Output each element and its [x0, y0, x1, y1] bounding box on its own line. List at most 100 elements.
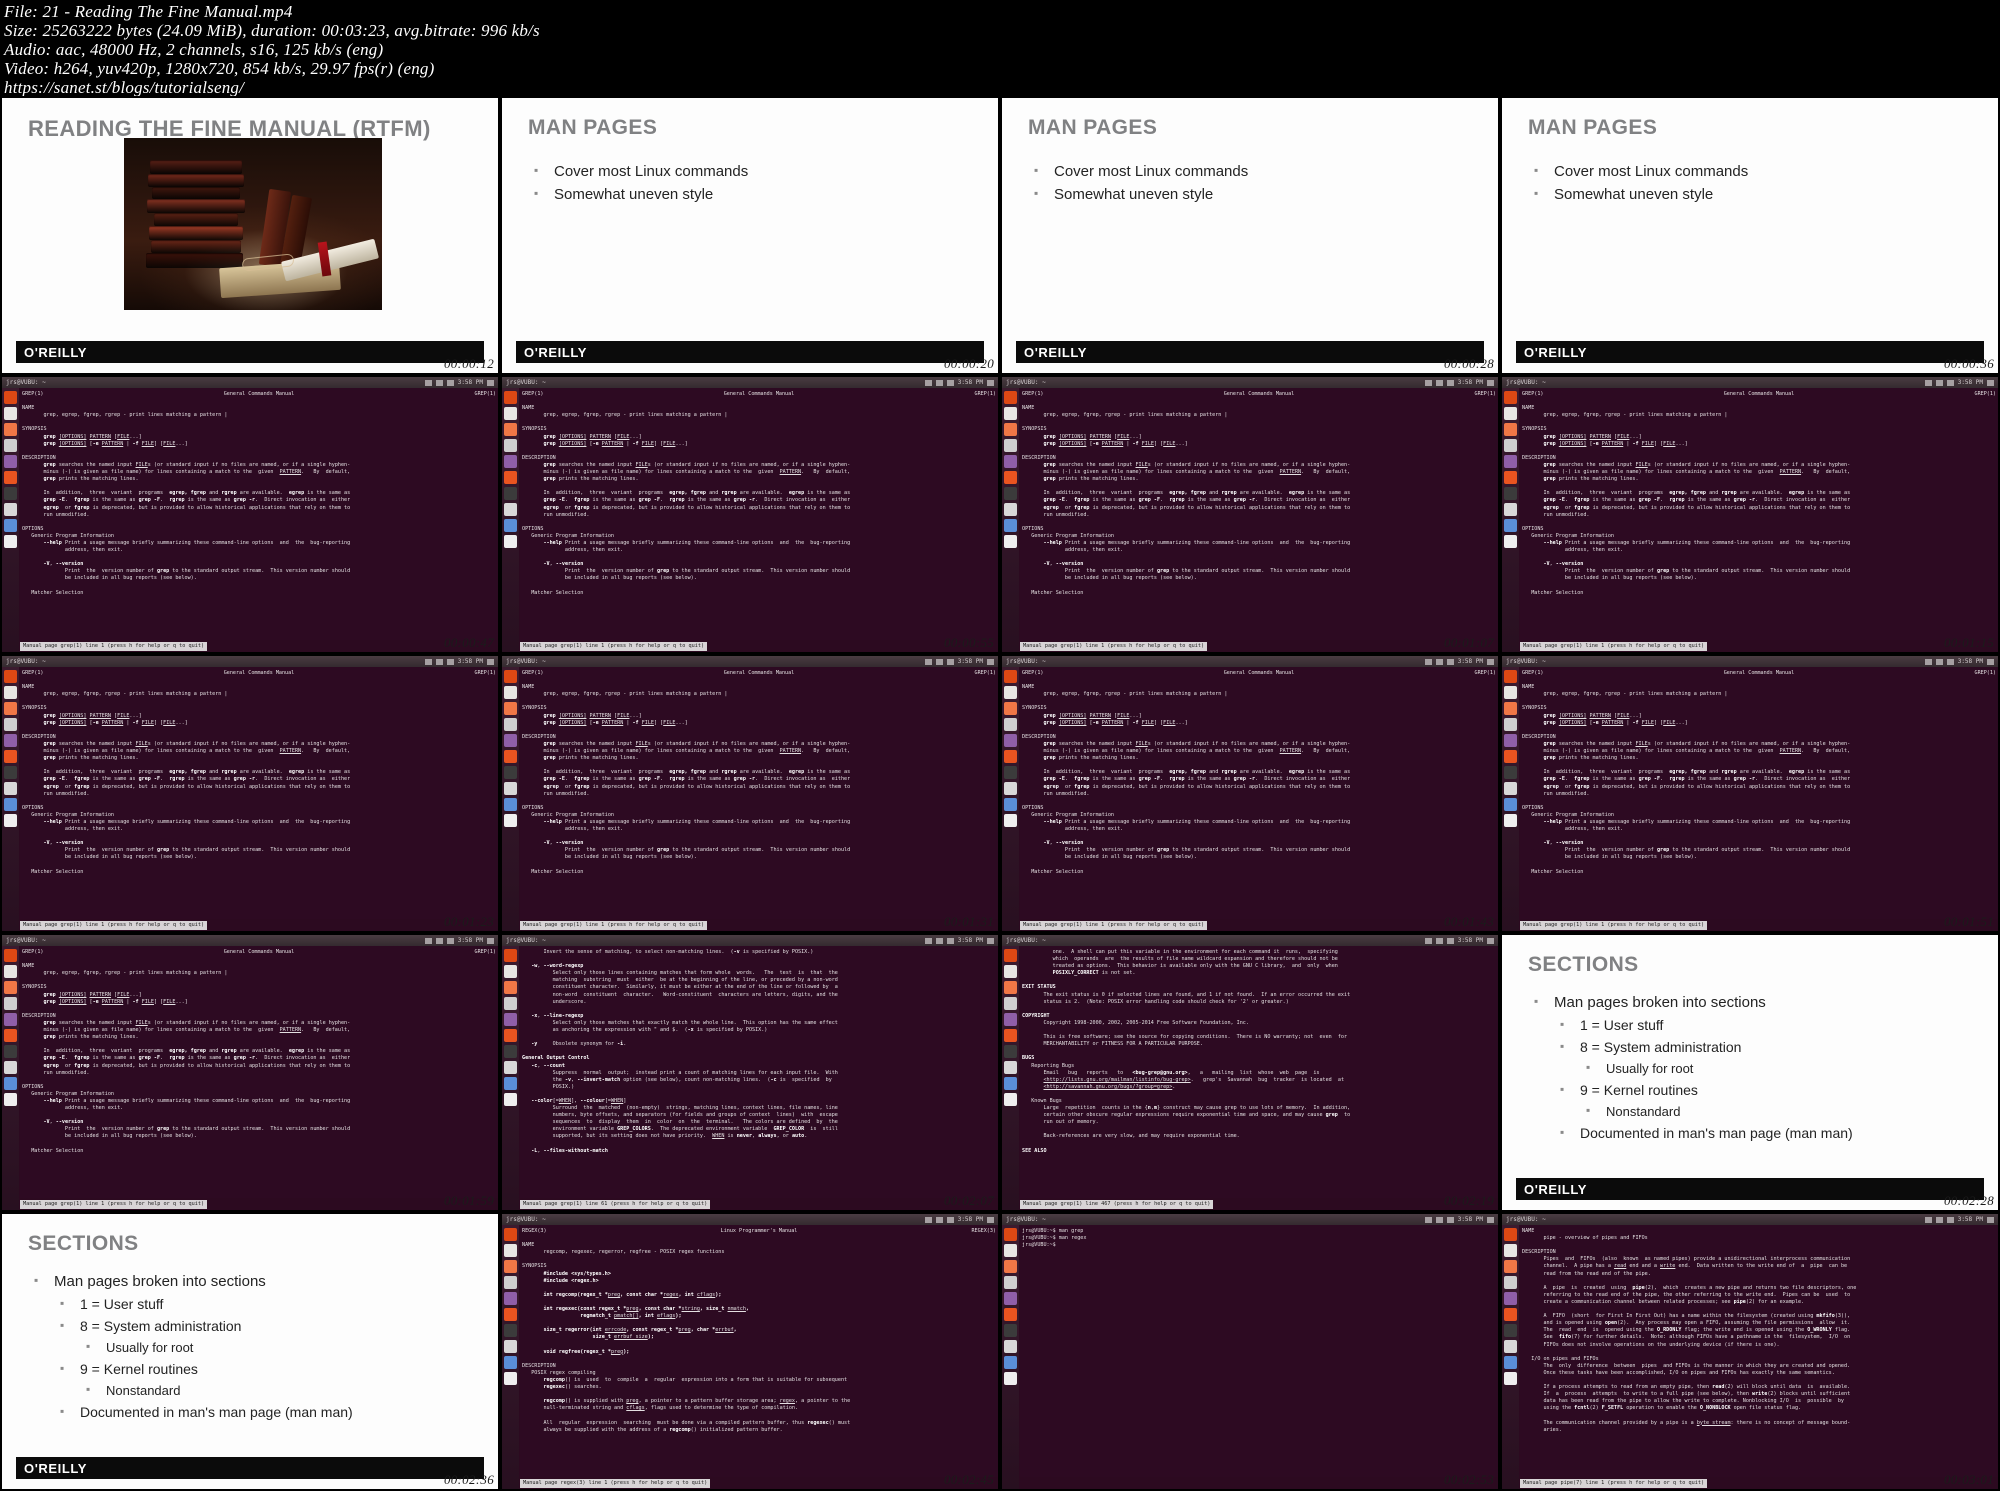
- volume-icon[interactable]: [946, 1216, 954, 1223]
- launcher-icon[interactable]: [4, 487, 17, 500]
- launcher-icon[interactable]: [1504, 535, 1517, 548]
- thumbnail-cell[interactable]: READING THE FINE MANUAL (RTFM) O'REILLY …: [0, 96, 500, 375]
- launcher-icon[interactable]: [1004, 1077, 1017, 1090]
- launcher-icon[interactable]: [1504, 766, 1517, 779]
- launcher-icon[interactable]: [4, 1061, 17, 1074]
- launcher-icon[interactable]: [1004, 1292, 1017, 1305]
- clock[interactable]: 3:58 PM: [1458, 1214, 1483, 1225]
- unity-launcher[interactable]: [1502, 388, 1519, 652]
- launcher-icon[interactable]: [1004, 1308, 1017, 1321]
- thumbnail-cell[interactable]: SECTIONS Man pages broken into sections1…: [0, 1212, 500, 1491]
- terminal-window[interactable]: jrs@VUBU: ~ 3:58 PM GREP(1) General Comma…: [1002, 377, 1498, 652]
- terminal-window[interactable]: jrs@VUBU: ~ 3:58 PM GREP(1) General Comma…: [502, 656, 998, 931]
- launcher-icon[interactable]: [4, 471, 17, 484]
- launcher-icon[interactable]: [1504, 702, 1517, 715]
- launcher-icon[interactable]: [1504, 439, 1517, 452]
- terminal-window[interactable]: jrs@VUBU: ~ 3:58 PM Invert the sense of …: [502, 935, 998, 1210]
- unity-launcher[interactable]: [1002, 946, 1019, 1210]
- volume-icon[interactable]: [946, 658, 954, 665]
- slide-rtfm[interactable]: READING THE FINE MANUAL (RTFM) O'REILLY: [2, 98, 498, 373]
- thumbnail-cell[interactable]: jrs@VUBU: ~ 3:58 PM GREP(1) General Comma…: [1000, 654, 1500, 933]
- unity-launcher[interactable]: [2, 388, 19, 652]
- launcher-icon[interactable]: [504, 718, 517, 731]
- unity-launcher[interactable]: [1502, 1225, 1519, 1489]
- panel-indicators[interactable]: 3:58 PM: [924, 1214, 994, 1225]
- launcher-icon[interactable]: [1504, 686, 1517, 699]
- terminal-window[interactable]: jrs@VUBU: ~ 3:58 PM GREP(1) General Comma…: [2, 377, 498, 652]
- unity-launcher[interactable]: [502, 667, 519, 931]
- slide-sections[interactable]: SECTIONS Man pages broken into sections1…: [1502, 935, 1998, 1210]
- launcher-icon[interactable]: [4, 535, 17, 548]
- slide-man-pages[interactable]: MAN PAGES Cover most Linux commandsSomew…: [1002, 98, 1498, 373]
- volume-icon[interactable]: [1946, 379, 1954, 386]
- launcher-icon[interactable]: [504, 1093, 517, 1106]
- clock[interactable]: 3:58 PM: [1958, 1214, 1983, 1225]
- keyboard-layout-icon[interactable]: [1424, 937, 1432, 944]
- thumbnail-cell[interactable]: jrs@VUBU: ~ 3:58 PM jrs@VUBU:~$ man grep…: [1000, 1212, 1500, 1491]
- launcher-icon[interactable]: [4, 814, 17, 827]
- network-icon[interactable]: [1935, 379, 1943, 386]
- launcher-icon[interactable]: [4, 1077, 17, 1090]
- gear-icon[interactable]: [1987, 658, 1994, 665]
- terminal-window[interactable]: jrs@VUBU: ~ 3:58 PM GREP(1) General Comma…: [1002, 656, 1498, 931]
- slide-man-pages[interactable]: MAN PAGES Cover most Linux commandsSomew…: [502, 98, 998, 373]
- unity-launcher[interactable]: [2, 667, 19, 931]
- thumbnail-cell[interactable]: jrs@VUBU: ~ 3:58 PM GREP(1) General Comma…: [0, 375, 500, 654]
- launcher-icon[interactable]: [4, 949, 17, 962]
- launcher-icon[interactable]: [504, 535, 517, 548]
- launcher-icon[interactable]: [4, 798, 17, 811]
- unity-launcher[interactable]: [502, 946, 519, 1210]
- launcher-icon[interactable]: [1504, 814, 1517, 827]
- network-icon[interactable]: [935, 658, 943, 665]
- launcher-icon[interactable]: [1004, 702, 1017, 715]
- network-icon[interactable]: [1435, 937, 1443, 944]
- launcher-icon[interactable]: [1004, 1324, 1017, 1337]
- network-icon[interactable]: [435, 937, 443, 944]
- slide-man-pages[interactable]: MAN PAGES Cover most Linux commandsSomew…: [1502, 98, 1998, 373]
- panel-indicators[interactable]: 3:58 PM: [1924, 656, 1994, 667]
- launcher-icon[interactable]: [1004, 814, 1017, 827]
- network-icon[interactable]: [435, 379, 443, 386]
- launcher-icon[interactable]: [504, 1340, 517, 1353]
- launcher-icon[interactable]: [504, 750, 517, 763]
- panel-indicators[interactable]: 3:58 PM: [1424, 656, 1494, 667]
- terminal-window[interactable]: jrs@VUBU: ~ 3:58 PM GREP(1) General Comma…: [1502, 656, 1998, 931]
- launcher-icon[interactable]: [504, 1292, 517, 1305]
- panel-indicators[interactable]: 3:58 PM: [1424, 377, 1494, 388]
- launcher-icon[interactable]: [1004, 455, 1017, 468]
- panel-indicators[interactable]: 3:58 PM: [1424, 1214, 1494, 1225]
- launcher-icon[interactable]: [4, 702, 17, 715]
- gear-icon[interactable]: [987, 379, 994, 386]
- launcher-icon[interactable]: [504, 1372, 517, 1385]
- gear-icon[interactable]: [1487, 1216, 1494, 1223]
- keyboard-layout-icon[interactable]: [1424, 658, 1432, 665]
- gear-icon[interactable]: [1487, 658, 1494, 665]
- network-icon[interactable]: [935, 937, 943, 944]
- launcher-icon[interactable]: [504, 1356, 517, 1369]
- panel-indicators[interactable]: 3:58 PM: [1424, 935, 1494, 946]
- launcher-icon[interactable]: [504, 1244, 517, 1257]
- launcher-icon[interactable]: [1004, 1276, 1017, 1289]
- launcher-icon[interactable]: [504, 1061, 517, 1074]
- gear-icon[interactable]: [987, 658, 994, 665]
- launcher-icon[interactable]: [1504, 750, 1517, 763]
- launcher-icon[interactable]: [504, 1308, 517, 1321]
- launcher-icon[interactable]: [504, 1276, 517, 1289]
- thumbnail-cell[interactable]: jrs@VUBU: ~ 3:58 PM GREP(1) General Comma…: [1500, 654, 2000, 933]
- volume-icon[interactable]: [446, 379, 454, 386]
- launcher-icon[interactable]: [1004, 535, 1017, 548]
- launcher-icon[interactable]: [504, 686, 517, 699]
- keyboard-layout-icon[interactable]: [424, 658, 432, 665]
- launcher-icon[interactable]: [504, 1045, 517, 1058]
- launcher-icon[interactable]: [1504, 1324, 1517, 1337]
- launcher-icon[interactable]: [504, 965, 517, 978]
- launcher-icon[interactable]: [1004, 1244, 1017, 1257]
- volume-icon[interactable]: [1946, 1216, 1954, 1223]
- launcher-icon[interactable]: [4, 981, 17, 994]
- launcher-icon[interactable]: [4, 670, 17, 683]
- network-icon[interactable]: [1935, 1216, 1943, 1223]
- launcher-icon[interactable]: [1504, 1356, 1517, 1369]
- volume-icon[interactable]: [1446, 1216, 1454, 1223]
- unity-launcher[interactable]: [1002, 667, 1019, 931]
- launcher-icon[interactable]: [1504, 1308, 1517, 1321]
